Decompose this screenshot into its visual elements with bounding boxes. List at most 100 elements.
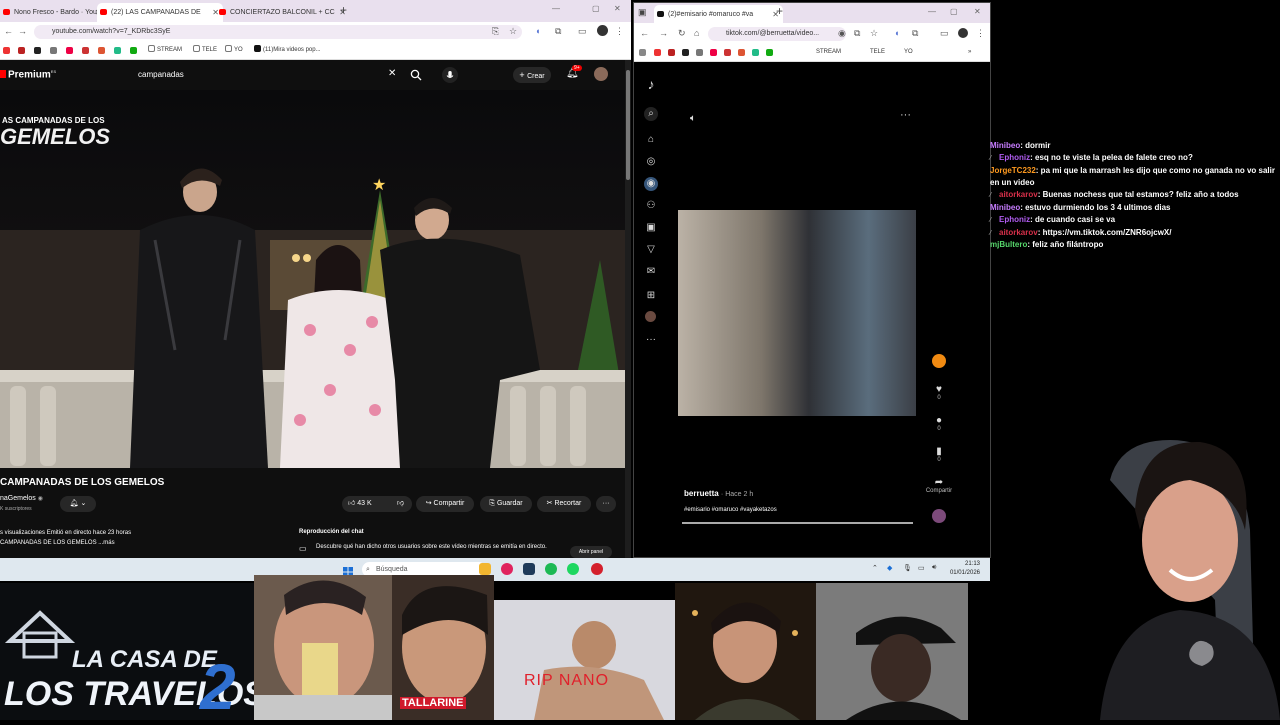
- minimize-icon[interactable]: —: [552, 4, 560, 13]
- new-tab-button[interactable]: +: [340, 3, 347, 17]
- bookmark-icon[interactable]: [3, 47, 10, 54]
- forward-icon[interactable]: →: [18, 27, 27, 36]
- live-tv-icon[interactable]: ▣: [644, 221, 658, 235]
- messages-icon[interactable]: ✉: [644, 265, 658, 279]
- bookmark-folder-yo[interactable]: YO: [904, 47, 913, 58]
- bookmark-tiktok[interactable]: (11)Mira videos pop...: [254, 45, 321, 56]
- like-action[interactable]: ♥ 0: [932, 384, 946, 401]
- chat-username[interactable]: Minibeo: [990, 203, 1020, 212]
- maximize-icon[interactable]: ▢: [592, 4, 600, 13]
- profile-avatar-icon[interactable]: [958, 28, 968, 38]
- bookmark-icon[interactable]: [766, 49, 773, 56]
- tab-campanadas[interactable]: (22) LAS CAMPANADAS DE ✕: [97, 3, 223, 22]
- apps-grid-icon[interactable]: [639, 49, 646, 56]
- more-actions-button[interactable]: ···: [596, 496, 616, 512]
- tab-list-icon[interactable]: ▣: [638, 8, 647, 17]
- obs-icon[interactable]: [591, 563, 603, 575]
- sidebar-icon[interactable]: ▭: [940, 29, 949, 38]
- address-bar[interactable]: tiktok.com/@berruetta/video...: [708, 27, 846, 41]
- forward-icon[interactable]: →: [659, 29, 668, 38]
- minimize-icon[interactable]: —: [928, 7, 936, 16]
- video-hashtags[interactable]: #emisario #omaruco #vayaketazos: [684, 507, 777, 513]
- chat-username[interactable]: aitorkarov: [999, 228, 1038, 237]
- bookmark-icon[interactable]: [66, 47, 73, 54]
- tray-overflow-icon[interactable]: ⌃: [872, 564, 878, 572]
- close-window-icon[interactable]: ✕: [974, 7, 981, 16]
- profile-avatar[interactable]: [645, 311, 656, 322]
- extension-icon[interactable]: ◖: [535, 27, 540, 36]
- chat-username[interactable]: JorgeTC232: [990, 166, 1036, 175]
- extensions-puzzle-icon[interactable]: ⧉: [555, 27, 561, 36]
- youtube-premium-logo[interactable]: PremiumES: [0, 69, 56, 80]
- bookmark-icon[interactable]: [696, 49, 703, 56]
- save-button[interactable]: ⎘ Guardar: [480, 496, 532, 512]
- tab-nono-fresco[interactable]: Nono Fresco - Bardo · You✕: [0, 3, 106, 22]
- inbox-icon[interactable]: ▽: [644, 243, 658, 257]
- volume-icon[interactable]: 🔈︎: [690, 113, 696, 124]
- menu-dots-icon[interactable]: ⋮: [615, 27, 624, 36]
- bookmark-icon[interactable]: [682, 49, 689, 56]
- bookmark-folder-stream[interactable]: STREAM: [148, 45, 182, 56]
- voice-search-icon[interactable]: [442, 67, 458, 83]
- steam-icon[interactable]: [523, 563, 535, 575]
- save-action[interactable]: ▮ 0: [932, 446, 946, 463]
- bookmark-icon[interactable]: [82, 47, 89, 54]
- thumbs-down-icon[interactable]: 👎︎: [397, 496, 404, 512]
- sidebar-icon[interactable]: ▭: [578, 27, 587, 36]
- home-icon[interactable]: ⌂: [644, 133, 658, 147]
- spotify-icon[interactable]: [567, 563, 579, 575]
- bookmark-folder-tele[interactable]: TELE: [870, 47, 885, 58]
- bookmark-icon[interactable]: [130, 47, 137, 54]
- bookmark-icon[interactable]: [98, 47, 105, 54]
- home-icon[interactable]: ⌂: [694, 29, 699, 38]
- page-scrollbar[interactable]: [625, 60, 631, 558]
- bookmark-icon[interactable]: [34, 47, 41, 54]
- bookmark-icon[interactable]: [724, 49, 731, 56]
- like-button[interactable]: 👍︎ 43 K 👎︎: [342, 496, 412, 512]
- scrollbar-thumb[interactable]: [626, 70, 630, 180]
- upload-icon[interactable]: ⊞: [644, 289, 658, 303]
- video-options-button[interactable]: ···: [900, 109, 911, 121]
- create-button[interactable]: + Crear: [513, 67, 551, 83]
- volume-icon[interactable]: 🔊︎: [932, 564, 936, 572]
- chat-username[interactable]: Ephoniz: [999, 215, 1030, 224]
- profile-avatar-icon[interactable]: [597, 25, 608, 36]
- account-avatar[interactable]: [594, 67, 608, 81]
- back-icon[interactable]: ←: [4, 27, 13, 36]
- windows-start-icon[interactable]: [343, 564, 353, 577]
- tiktok-video-player[interactable]: [678, 210, 916, 416]
- bookmark-icon[interactable]: [710, 49, 717, 56]
- share-action[interactable]: ➦ Compartir: [922, 477, 956, 494]
- clip-button[interactable]: ✂ Recortar: [537, 496, 591, 512]
- open-chat-panel-button[interactable]: Abrir panel: [570, 546, 612, 558]
- tab-conciertazo[interactable]: CONCIERTAZO BALCONIL + CC ✕: [216, 3, 350, 22]
- bookmark-icon[interactable]: [654, 49, 661, 56]
- bookmark-icon[interactable]: [50, 47, 57, 54]
- comment-action[interactable]: ● 0: [932, 415, 946, 432]
- microphone-icon[interactable]: 🎙︎: [903, 564, 912, 572]
- video-player[interactable]: ★ AS CAMPANADAS DE LOS GEMELOS: [0, 90, 625, 468]
- new-tab-button[interactable]: +: [776, 4, 783, 18]
- taskbar-clock[interactable]: 21:13 01/01/2026: [950, 560, 980, 578]
- tray-app-icon[interactable]: ◆: [887, 564, 892, 572]
- bookmark-folder-stream[interactable]: STREAM: [816, 47, 841, 58]
- more-icon[interactable]: ···: [644, 333, 658, 347]
- explore-icon[interactable]: ◎: [644, 155, 658, 169]
- install-icon[interactable]: ⎘: [492, 27, 499, 36]
- bookmark-folder-yo[interactable]: YO: [225, 45, 243, 56]
- share-button[interactable]: ↪ Compartir: [416, 496, 474, 512]
- chat-username[interactable]: mjBultero: [990, 240, 1027, 249]
- translate-icon[interactable]: ⧉: [854, 29, 860, 38]
- bookmark-icon[interactable]: [668, 49, 675, 56]
- chat-username[interactable]: Minibeo: [990, 141, 1020, 150]
- bookmark-folder-tele[interactable]: TELE: [193, 45, 217, 56]
- search-icon[interactable]: ⌕: [644, 107, 658, 121]
- close-window-icon[interactable]: ✕: [614, 4, 621, 13]
- video-progress-bar[interactable]: [682, 522, 913, 524]
- video-description[interactable]: s visualizaciones Emitió en directo hace…: [0, 528, 290, 558]
- star-icon[interactable]: ☆: [870, 29, 878, 38]
- tiktok-author[interactable]: berruetta · Hace 2 h: [684, 489, 753, 498]
- back-icon[interactable]: ←: [640, 29, 649, 38]
- chrome-icon[interactable]: [545, 563, 557, 575]
- live-icon[interactable]: ◉: [644, 177, 658, 191]
